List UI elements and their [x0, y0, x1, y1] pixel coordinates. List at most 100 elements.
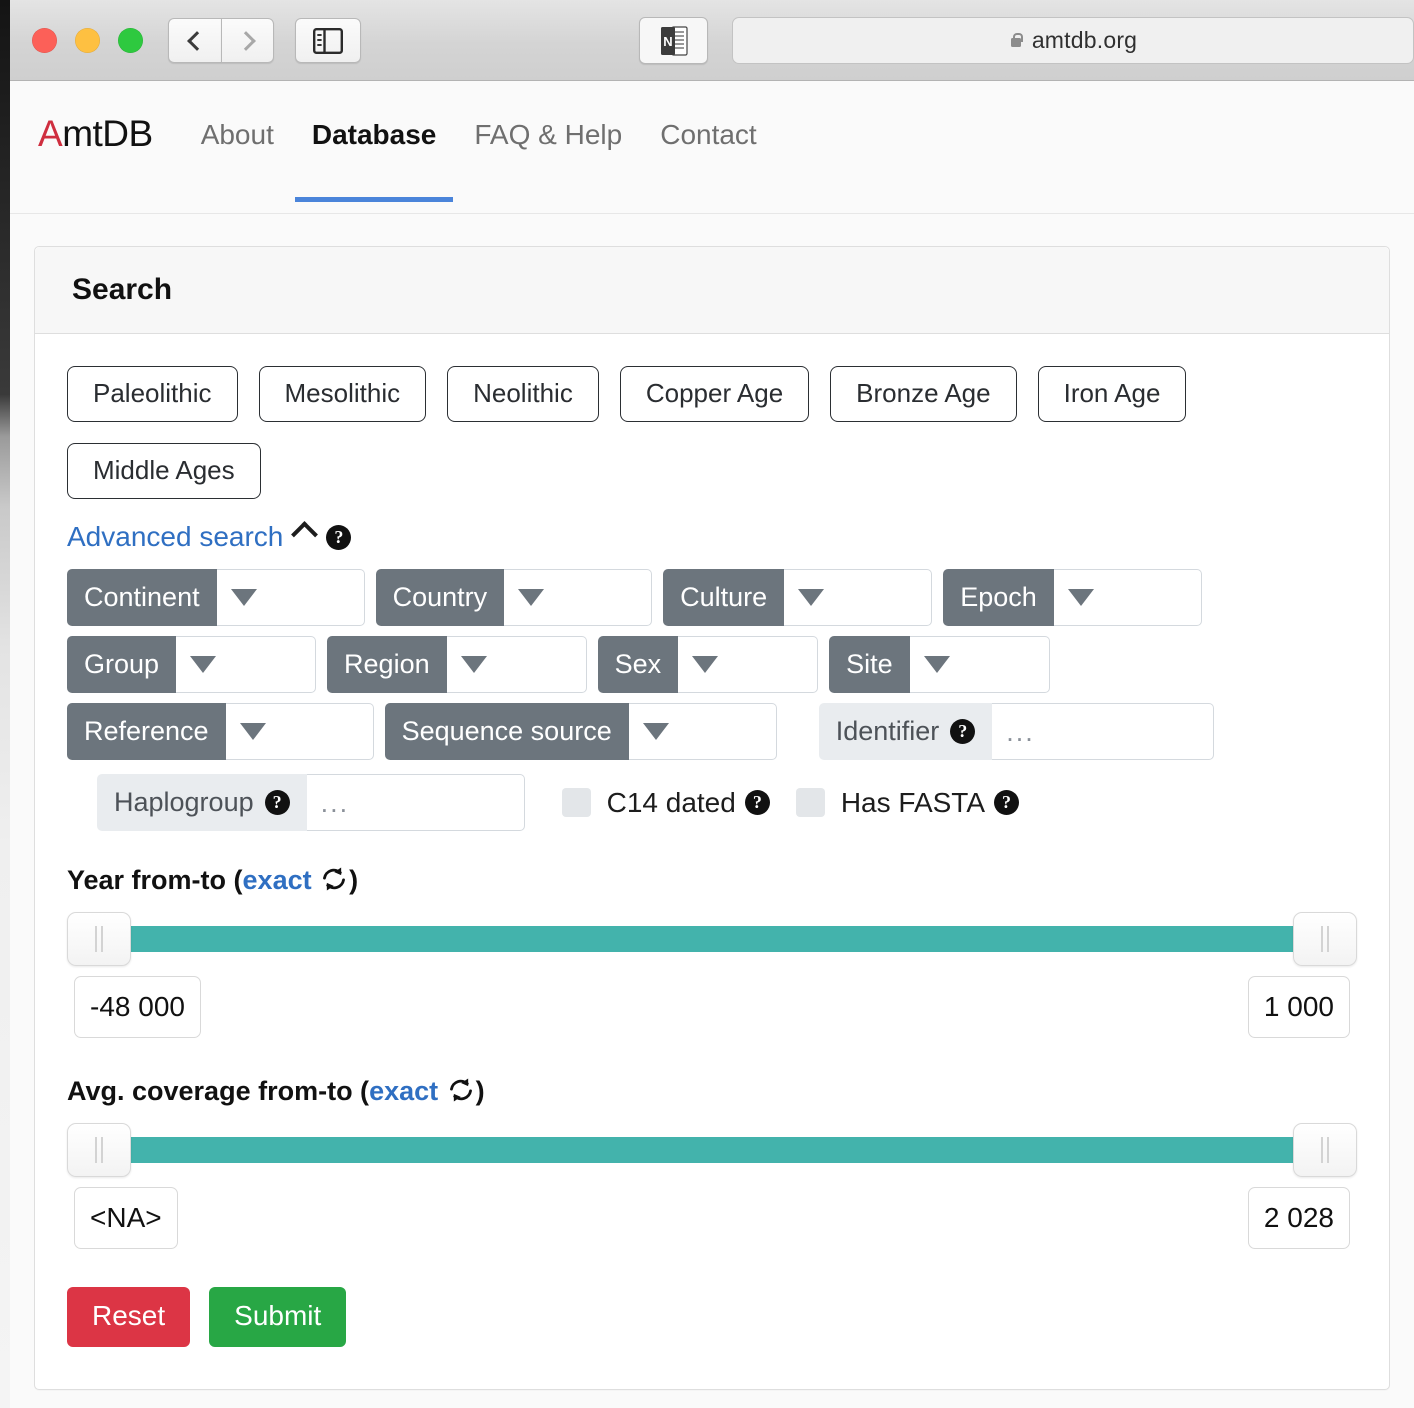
filter-country-label: Country [375, 569, 505, 627]
filter-continent-select[interactable] [216, 569, 365, 627]
grip-line-icon [1321, 926, 1323, 953]
coverage-range-handle-max[interactable] [1293, 1123, 1357, 1178]
coverage-range-min-input[interactable]: <NA> [74, 1187, 178, 1250]
filter-row-1: Continent Country Culture Epoch [67, 569, 1357, 627]
coverage-range-max-input[interactable]: 2 028 [1247, 1187, 1350, 1250]
coverage-range-title: Avg. coverage from-to (exact ) [67, 1076, 1357, 1107]
form-actions: Reset Submit [67, 1287, 1357, 1348]
maximize-window-button[interactable] [118, 28, 143, 53]
filter-group-select[interactable] [176, 636, 317, 694]
epoch-chip-mesolithic[interactable]: Mesolithic [258, 366, 427, 423]
coverage-range-title-prefix: Avg. coverage from-to ( [67, 1076, 370, 1107]
nav-item-faq-help[interactable]: FAQ & Help [455, 115, 641, 151]
chevron-down-icon [239, 723, 266, 741]
filter-sequence-source-label: Sequence source [384, 703, 629, 761]
year-range-title-suffix: ) [349, 865, 359, 896]
epoch-chip-iron-age[interactable]: Iron Age [1037, 366, 1187, 423]
forward-button[interactable] [221, 18, 274, 63]
site-brand-logo[interactable]: AmtDB [38, 113, 153, 155]
filter-haplogroup-placeholder: ... [320, 787, 350, 818]
filter-epoch: Epoch [943, 569, 1202, 627]
coverage-range-track [95, 1137, 1329, 1164]
filter-group: Group [67, 636, 317, 694]
caret-up-icon[interactable] [291, 520, 319, 548]
filter-site: Site [829, 636, 1050, 694]
filter-haplogroup-input[interactable]: ... [306, 774, 525, 832]
chevron-down-icon [190, 656, 217, 674]
close-window-button[interactable] [32, 28, 57, 53]
filter-country: Country [375, 569, 653, 627]
year-range-values: -48 000 1 000 [67, 976, 1357, 1042]
refresh-icon-year[interactable] [321, 866, 347, 892]
grip-line-icon [1321, 1137, 1323, 1164]
checkbox-has-fasta[interactable] [795, 788, 825, 818]
coverage-range-slider[interactable] [67, 1123, 1357, 1179]
sidebar-toggle-button[interactable] [295, 18, 361, 63]
address-bar[interactable]: amtdb.org [732, 17, 1414, 64]
epoch-chip-copper-age[interactable]: Copper Age [619, 366, 810, 423]
filter-sex: Sex [597, 636, 819, 694]
filter-sequence-source-select[interactable] [628, 703, 777, 761]
submit-button[interactable]: Submit [209, 1287, 347, 1348]
filter-identifier-input[interactable]: ... [992, 703, 1215, 761]
help-circle-icon-identifier[interactable]: ? [950, 719, 976, 745]
chevron-down-icon [518, 589, 545, 607]
brand-rest-text: mtDB [62, 113, 153, 154]
chevron-right-icon [235, 30, 256, 51]
filter-haplogroup: Haplogroup ? ... [97, 774, 525, 832]
lock-icon [1009, 32, 1023, 49]
checkbox-c14-dated[interactable] [561, 788, 591, 818]
help-circle-icon-haplogroup[interactable]: ? [264, 790, 290, 816]
help-circle-icon-c14[interactable]: ? [744, 790, 770, 816]
advanced-search-link[interactable]: Advanced search [67, 521, 283, 553]
refresh-icon-coverage[interactable] [448, 1077, 474, 1103]
coverage-range-exact-link[interactable]: exact [369, 1076, 438, 1106]
filter-region: Region [327, 636, 587, 694]
year-range-slider[interactable] [67, 912, 1357, 968]
onenote-icon: N [660, 25, 688, 56]
epoch-chip-middle-ages[interactable]: Middle Ages [67, 443, 261, 500]
epoch-chip-paleolithic[interactable]: Paleolithic [67, 366, 238, 423]
help-circle-icon-fasta[interactable]: ? [994, 790, 1020, 816]
year-range-handle-min[interactable] [67, 912, 131, 967]
year-range-max-input[interactable]: 1 000 [1247, 976, 1350, 1039]
filter-sex-label: Sex [597, 636, 679, 694]
year-range-exact-link[interactable]: exact [243, 865, 312, 895]
filter-region-select[interactable] [446, 636, 587, 694]
filter-culture-select[interactable] [784, 569, 933, 627]
chevron-down-icon [798, 589, 825, 607]
coverage-range-handle-min[interactable] [67, 1123, 131, 1178]
back-button[interactable] [168, 18, 221, 63]
filter-epoch-label: Epoch [943, 569, 1054, 627]
nav-item-contact[interactable]: Contact [641, 115, 776, 151]
browser-window: N amtdb.org AmtDB About Database FAQ & H… [10, 0, 1414, 1408]
nav-item-about[interactable]: About [182, 115, 293, 151]
brand-accent-letter: A [38, 113, 63, 154]
filter-haplogroup-label: Haplogroup ? [97, 774, 307, 832]
year-range-handle-max[interactable] [1293, 912, 1357, 967]
epoch-chip-neolithic[interactable]: Neolithic [447, 366, 599, 423]
chevron-down-icon [230, 589, 257, 607]
minimize-window-button[interactable] [75, 28, 100, 53]
year-range-min-input[interactable]: -48 000 [74, 976, 201, 1039]
filter-sex-select[interactable] [678, 636, 819, 694]
filter-epoch-select[interactable] [1053, 569, 1202, 627]
browser-toolbar: N amtdb.org [10, 0, 1414, 81]
filter-reference-select[interactable] [225, 703, 374, 761]
filter-country-select[interactable] [504, 569, 653, 627]
reset-button[interactable]: Reset [67, 1287, 191, 1348]
filter-site-select[interactable] [909, 636, 1050, 694]
sidebar-panel-icon [313, 27, 343, 54]
checkbox-has-fasta-label: Has FASTA ? [841, 787, 1020, 819]
grip-line-icon [95, 1137, 97, 1164]
epoch-chip-group: Paleolithic Mesolithic Neolithic Copper … [67, 366, 1357, 500]
help-circle-icon-advanced[interactable]: ? [326, 524, 352, 550]
filter-continent: Continent [67, 569, 365, 627]
epoch-chip-bronze-age[interactable]: Bronze Age [830, 366, 1017, 423]
onenote-extension-button[interactable]: N [639, 17, 708, 64]
svg-text:N: N [663, 34, 672, 49]
grip-line-icon [101, 1137, 103, 1164]
filter-region-label: Region [327, 636, 447, 694]
nav-item-database[interactable]: Database [293, 115, 456, 202]
grip-line-icon [95, 926, 97, 953]
